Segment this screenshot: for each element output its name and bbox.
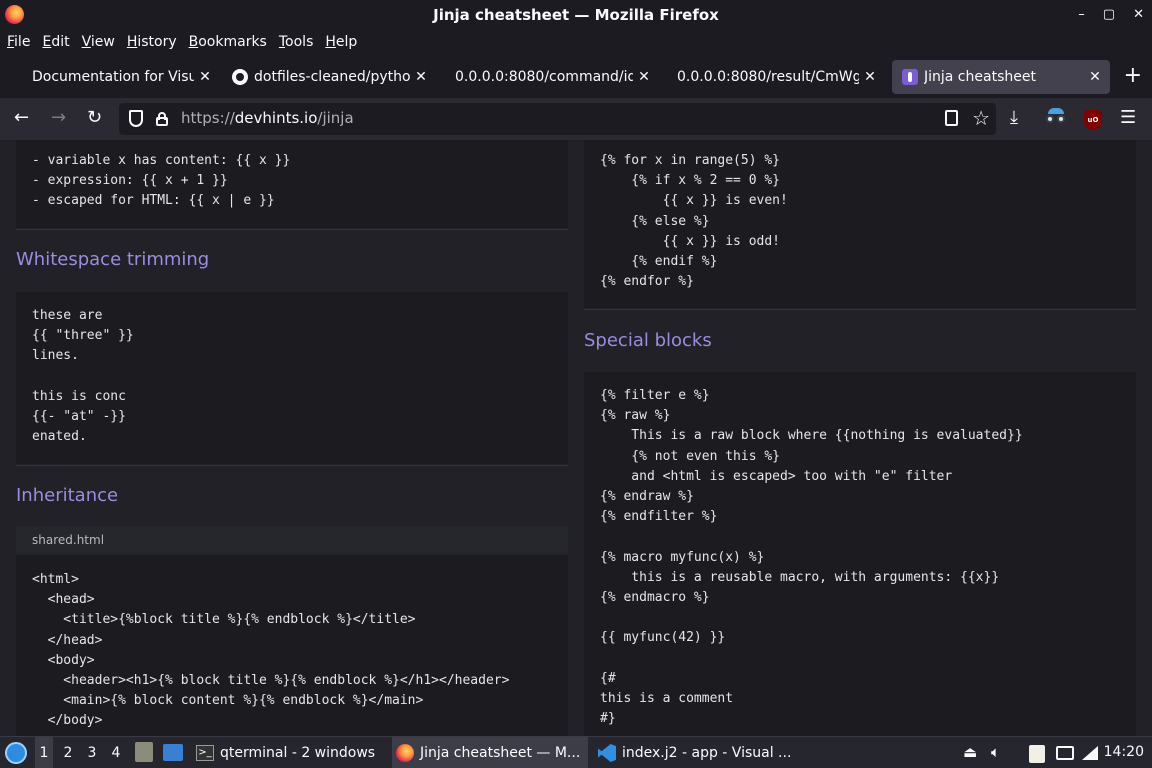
devhints-icon <box>902 69 918 85</box>
url-bar[interactable]: https://devhints.io/jinja ☆ <box>119 103 996 135</box>
clipboard-icon[interactable] <box>1029 745 1045 763</box>
taskbar-item-label: Jinja cheatsheet — M... <box>420 745 581 761</box>
page-content: - variable x has content: {{ x }} - expr… <box>0 140 1152 736</box>
tab-command[interactable]: 0.0.0.0:8080/command/id;ls ✕ <box>445 60 659 94</box>
download-icon[interactable]: ⤓ <box>1010 107 1018 128</box>
close-icon[interactable]: ✕ <box>1088 69 1102 85</box>
taskbar-vscode[interactable]: index.j2 - app - Visual ... <box>594 737 794 768</box>
close-icon[interactable]: ✕ <box>637 69 651 85</box>
firefox-icon <box>5 5 24 24</box>
tab-label: dotfiles-cleaned/python.s <box>254 69 410 85</box>
github-icon <box>232 69 248 85</box>
eject-icon[interactable]: ⏏ <box>963 743 977 761</box>
close-window-button[interactable]: ✕ <box>1133 4 1144 26</box>
taskbar-firefox[interactable]: Jinja cheatsheet — M... <box>392 737 588 768</box>
code-block-whitespace: these are {{ "three" }} lines. this is c… <box>16 292 568 464</box>
menu-file[interactable]: File <box>7 34 30 50</box>
new-tab-icon[interactable]: + <box>1124 65 1142 87</box>
code-text: <html> <head> <title>{%block title %}{% … <box>32 572 510 729</box>
firefox-icon <box>396 744 414 762</box>
file-manager-icon[interactable] <box>135 742 153 762</box>
tab-strip: Documentation for Visua ✕ dotfiles-clean… <box>0 56 1152 98</box>
heading-special-blocks: Special blocks <box>584 330 712 351</box>
clock: 14:20 <box>1103 744 1144 760</box>
workspace-3[interactable]: 3 <box>83 745 101 761</box>
tab-label: Documentation for Visua <box>32 69 194 85</box>
volume-icon[interactable]: 🔈︎ <box>991 743 1000 761</box>
tab-documentation[interactable]: Documentation for Visua ✕ <box>22 60 220 94</box>
forward-icon[interactable]: → <box>51 108 66 128</box>
taskbar-item-label: qterminal - 2 windows <box>220 745 376 761</box>
extension-mask-icon[interactable] <box>1046 108 1066 126</box>
code-text: {% filter e %} {% raw %} This is a raw b… <box>600 388 1023 727</box>
heading-inheritance: Inheritance <box>16 485 119 506</box>
hamburger-menu-icon[interactable]: ☰ <box>1120 107 1136 128</box>
menu-tools[interactable]: Tools <box>279 34 314 50</box>
menu-help[interactable]: Help <box>325 34 357 50</box>
tab-result[interactable]: 0.0.0.0:8080/result/CmWgjF ✕ <box>667 60 885 94</box>
reload-icon[interactable]: ↻ <box>87 108 102 128</box>
taskbar-qterminal[interactable]: >_ qterminal - 2 windows <box>192 737 388 768</box>
taskbar: 1 2 3 4 >_ qterminal - 2 windows Jinja c… <box>0 736 1152 768</box>
tab-jinja-cheatsheet[interactable]: Jinja cheatsheet ✕ <box>892 60 1110 94</box>
tab-label: 0.0.0.0:8080/command/id;ls <box>455 69 633 85</box>
heading-whitespace-trimming: Whitespace trimming <box>16 249 210 270</box>
workspace-1[interactable]: 1 <box>35 737 53 768</box>
code-text: - variable x has content: {{ x }} - expr… <box>32 153 291 209</box>
close-icon[interactable]: ✕ <box>198 69 212 85</box>
code-block-inheritance: <html> <head> <title>{%block title %}{% … <box>16 555 568 736</box>
back-icon[interactable]: ← <box>14 108 29 128</box>
taskbar-item-label: index.j2 - app - Visual ... <box>622 745 792 761</box>
menu-bar: File Edit View History Bookmarks Tools H… <box>0 30 1152 54</box>
filename-label: shared.html <box>16 526 568 554</box>
navigation-bar: ← → ↻ https://devhints.io/jinja ☆ ⤓ ☰ <box>0 98 1152 140</box>
title-bar: Jinja cheatsheet — Mozilla Firefox – ▢ ✕ <box>0 0 1152 30</box>
code-block-loop: {% for x in range(5) %} {% if x % 2 == 0… <box>584 140 1136 308</box>
shield-icon[interactable] <box>129 110 143 127</box>
code-block-variables: - variable x has content: {{ x }} - expr… <box>16 140 568 228</box>
window-title: Jinja cheatsheet — Mozilla Firefox <box>433 6 719 24</box>
code-text: {% for x in range(5) %} {% if x % 2 == 0… <box>600 153 788 290</box>
tab-label: 0.0.0.0:8080/result/CmWgjF <box>677 69 859 85</box>
code-block-special: {% filter e %} {% raw %} This is a raw b… <box>584 372 1136 736</box>
menu-edit[interactable]: Edit <box>42 34 69 50</box>
lock-icon[interactable] <box>156 112 168 126</box>
tab-dotfiles[interactable]: dotfiles-cleaned/python.s ✕ <box>222 60 436 94</box>
reader-view-icon[interactable] <box>945 110 958 126</box>
battery-icon[interactable] <box>1082 746 1098 760</box>
workspace-2[interactable]: 2 <box>59 745 77 761</box>
code-text: these are {{ "three" }} lines. this is c… <box>32 308 134 445</box>
close-icon[interactable]: ✕ <box>863 69 877 85</box>
menu-bookmarks[interactable]: Bookmarks <box>189 34 267 50</box>
vscode-icon <box>598 744 616 762</box>
divider <box>584 309 1136 310</box>
url-text[interactable]: https://devhints.io/jinja <box>181 109 354 127</box>
terminal-icon: >_ <box>196 745 214 761</box>
ublock-origin-icon[interactable]: uO <box>1084 110 1102 130</box>
start-menu-icon[interactable] <box>5 742 27 764</box>
menu-view[interactable]: View <box>82 34 115 50</box>
tab-label: Jinja cheatsheet <box>924 69 1036 85</box>
maximize-button[interactable]: ▢ <box>1103 4 1115 26</box>
workspace-4[interactable]: 4 <box>107 745 125 761</box>
divider <box>16 465 568 466</box>
close-icon[interactable]: ✕ <box>414 69 428 85</box>
network-icon[interactable] <box>1056 746 1074 760</box>
window-controls: – ▢ ✕ <box>1078 4 1144 26</box>
desktop-icon[interactable] <box>163 744 183 761</box>
bookmark-star-icon[interactable]: ☆ <box>972 106 990 130</box>
menu-history[interactable]: History <box>127 34 177 50</box>
divider <box>16 229 568 230</box>
minimize-button[interactable]: – <box>1078 4 1085 26</box>
